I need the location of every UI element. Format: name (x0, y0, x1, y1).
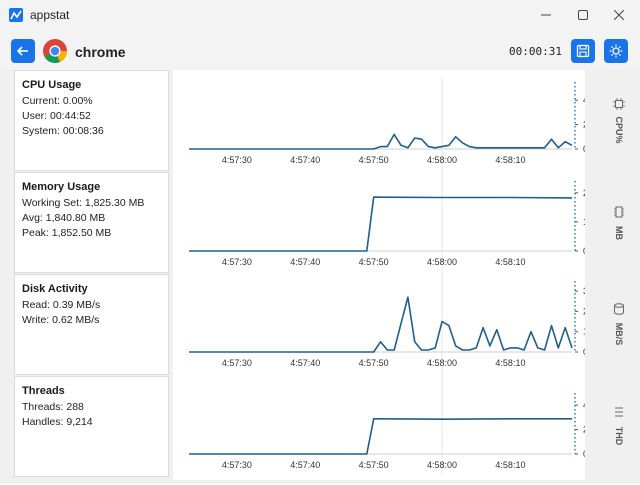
arrow-left-icon (16, 46, 28, 56)
panel-line: Threads: 288 (22, 401, 84, 413)
y-tick-label: 0 (583, 246, 585, 256)
x-tick-label: 4:58:00 (427, 358, 457, 368)
y-tick-label: 20 (583, 306, 585, 316)
y-tick-label: 400 (583, 400, 585, 410)
unit-column: MB/S (600, 274, 640, 376)
threads-unit-label: THD (614, 426, 624, 446)
x-tick-label: 4:58:10 (495, 460, 525, 470)
panel-line: User: 00:44:52 (22, 110, 91, 122)
x-tick-label: 4:58:00 (427, 155, 457, 165)
x-tick-label: 4:57:30 (222, 257, 252, 267)
series-line (189, 196, 573, 252)
back-button[interactable] (11, 39, 35, 63)
x-tick-label: 4:57:50 (359, 155, 389, 165)
x-tick-label: 4:57:40 (290, 358, 320, 368)
threads-icon (615, 407, 623, 417)
x-tick-label: 4:58:10 (495, 155, 525, 165)
x-tick-label: 4:57:30 (222, 460, 252, 470)
x-tick-label: 4:57:50 (359, 460, 389, 470)
x-tick-label: 4:57:40 (290, 460, 320, 470)
disk-unit-label: MB/S (614, 322, 624, 346)
unit-column: CPU% (600, 70, 640, 172)
series-line (189, 296, 573, 353)
disk-activity-panel: Disk Activity Read: 0.39 MB/s Write: 0.6… (14, 274, 169, 375)
x-tick-label: 4:58:00 (427, 257, 457, 267)
y-tick-label: 0 (583, 144, 585, 154)
y-tick-label: 0 (583, 347, 585, 357)
y-tick-label: 1,000 (583, 217, 585, 227)
chrome-logo-icon (43, 39, 67, 63)
panel-line: Avg: 1,840.80 MB (22, 212, 106, 224)
chart-area: 4:57:304:57:404:57:504:58:004:58:104204:… (173, 70, 606, 480)
floppy-disk-icon (576, 44, 590, 58)
disk-icon (614, 303, 624, 315)
series-line (189, 133, 573, 150)
threads-panel: Threads Threads: 288 Handles: 9,214 (14, 376, 169, 477)
save-button[interactable] (571, 39, 595, 63)
memory-unit-label: MB (614, 226, 624, 240)
panel-line: Read: 0.39 MB/s (22, 299, 101, 311)
panel-line: Write: 0.62 MB/s (22, 314, 100, 326)
y-tick-label: 2 (583, 120, 585, 130)
x-tick-label: 4:57:30 (222, 155, 252, 165)
panel-title: Disk Activity (22, 283, 88, 295)
panel-line: Working Set: 1,825.30 MB (22, 197, 145, 209)
metrics-charts: 4:57:304:57:404:57:504:58:004:58:104204:… (189, 78, 606, 474)
elapsed-timer: 00:00:31 (509, 45, 562, 58)
x-tick-label: 4:58:10 (495, 257, 525, 267)
series-line (189, 417, 572, 455)
close-button[interactable] (596, 0, 640, 30)
title-bar: appstat (0, 0, 640, 30)
y-tick-label: 4 (583, 95, 585, 105)
theme-toggle-button[interactable] (604, 39, 628, 63)
sun-icon (609, 44, 623, 58)
cpu-unit-label: CPU% (614, 116, 624, 144)
y-tick-label: 200 (583, 425, 585, 435)
minimize-icon (541, 14, 551, 16)
close-icon (614, 10, 624, 20)
panel-title: Threads (22, 385, 65, 397)
x-tick-label: 4:58:00 (427, 460, 457, 470)
y-tick-label: 10 (583, 327, 585, 337)
panel-line: Current: 0.00% (22, 95, 93, 107)
x-tick-label: 4:57:50 (359, 257, 389, 267)
panel-title: CPU Usage (22, 79, 82, 91)
panel-title: Memory Usage (22, 181, 101, 193)
panel-line: Peak: 1,852.50 MB (22, 227, 112, 239)
unit-column: THD (600, 376, 640, 480)
memory-icon (614, 206, 624, 218)
window-title: appstat (30, 8, 70, 22)
memory-usage-panel: Memory Usage Working Set: 1,825.30 MB Av… (14, 172, 169, 273)
panel-line: System: 00:08:36 (22, 125, 104, 137)
unit-column: MB (600, 172, 640, 274)
x-tick-label: 4:57:30 (222, 358, 252, 368)
cpu-usage-panel: CPU Usage Current: 0.00% User: 00:44:52 … (14, 70, 169, 171)
cpu-chip-icon (613, 98, 625, 110)
x-tick-label: 4:57:40 (290, 257, 320, 267)
maximize-icon (578, 10, 588, 20)
y-tick-label: 2,000 (583, 188, 585, 198)
x-tick-label: 4:57:40 (290, 155, 320, 165)
y-tick-label: 0 (583, 449, 585, 459)
app-logo-icon (9, 8, 23, 22)
x-tick-label: 4:58:10 (495, 358, 525, 368)
y-tick-label: 30 (583, 286, 585, 296)
x-tick-label: 4:57:50 (359, 358, 389, 368)
process-name: chrome (75, 44, 126, 60)
panel-line: Handles: 9,214 (22, 416, 93, 428)
